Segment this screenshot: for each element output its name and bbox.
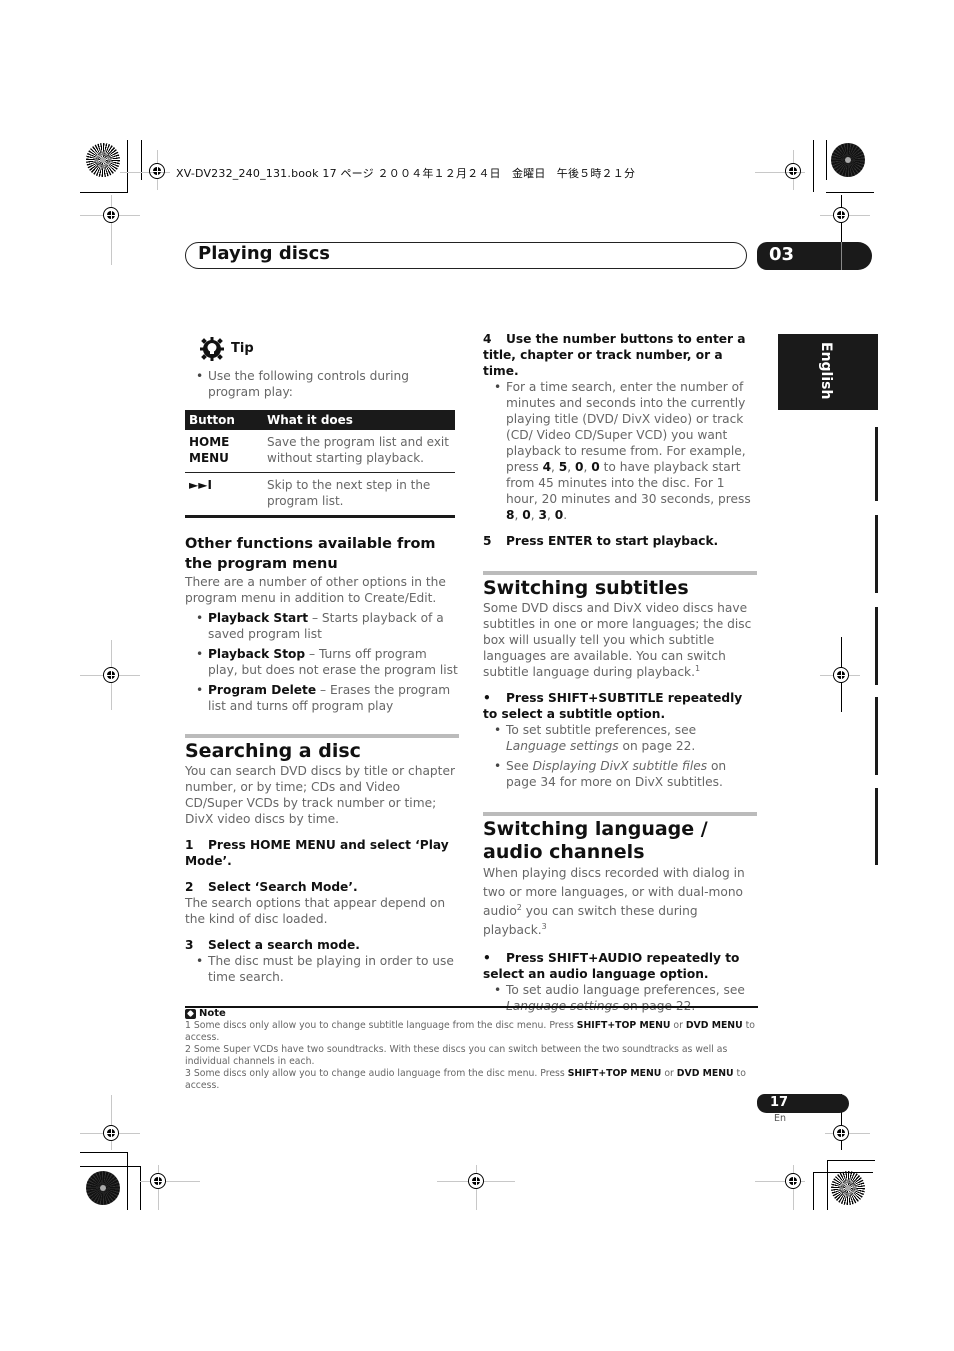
table-row: ►►I Skip to the next step in the program… [185,472,455,518]
registration-disc-icon [831,143,865,177]
section-divider [483,571,757,575]
searching-intro: You can search DVD discs by title or cha… [185,764,455,826]
audio-intro: When playing discs recorded with dialog … [483,866,745,937]
footnotes: 1 Some discs only allow you to change su… [185,1020,760,1092]
language-tab: English [778,334,878,410]
chapter-title: Playing discs [198,243,330,264]
column-header: What it does [263,410,455,430]
list-item: Playback Stop – Turns off program play, … [185,646,459,678]
registration-mark-icon [785,163,801,179]
table-row: HOME MENU Save the program list and exit… [185,430,455,473]
step-3-bullet: The disc must be playing in order to use… [185,953,459,985]
side-index-bar [875,697,878,775]
section-divider [483,812,757,816]
controls-table: Button What it does HOME MENU Save the p… [185,410,455,518]
section-title-audio: Switching language / audio channels [483,818,708,863]
chapter-number: 03 [769,244,795,265]
registration-disc-icon [86,1171,120,1205]
registration-mark-icon [150,1173,166,1189]
registration-disc-icon [831,1171,865,1205]
note-divider [185,1006,758,1008]
description-cell: Skip to the next step in the program lis… [263,472,455,518]
registration-mark-icon [833,207,849,223]
description-cell: Save the program list and exit without s… [263,430,455,473]
subtitles-intro: Some DVD discs and DivX video discs have… [483,601,752,679]
subtitles-step: • Press SHIFT+SUBTITLE repeatedly to sele… [483,691,743,721]
registration-mark-icon [468,1173,484,1189]
page-number: 17 [770,1095,789,1110]
footnote: 1 Some discs only allow you to change su… [185,1020,755,1043]
registration-mark-icon [833,667,849,683]
step-5: 5 Press ENTER to start playback. [483,534,719,548]
skip-next-icon: ►►I [185,472,263,518]
footnote: 3 Some discs only allow you to change au… [185,1068,746,1091]
language-tab-label: English [818,342,834,400]
page-language: En [774,1113,787,1124]
step-2: 2 Select ‘Search Mode’. [185,880,358,894]
tip-label: Tip [231,341,254,356]
list-item: See Displaying DivX subtitle files on pa… [483,758,757,790]
footnote: 2 Some Super VCDs have two soundtracks. … [185,1044,728,1067]
registration-disc-icon [86,143,120,177]
step-3: 3 Select a search mode. [185,938,360,952]
section-title-subtitles: Switching subtitles [483,577,689,599]
note-label: Note [199,1008,226,1019]
step-4: 4 Use the number buttons to enter a title… [483,332,746,378]
page-number-badge: 17 [757,1094,849,1113]
registration-mark-icon [103,667,119,683]
side-index-bar [875,515,878,593]
registration-mark-icon [103,1125,119,1141]
step-4-bullet: For a time search, enter the number of m… [483,379,757,523]
step-2-body: The search options that appear depend on… [185,896,446,926]
lightbulb-icon [199,336,225,362]
registration-mark-icon [103,207,119,223]
other-functions-heading: Other functions available from the progr… [185,536,436,572]
footnote-ref: 3 [541,921,547,931]
list-item: To set audio language preferences, see L… [483,982,757,1014]
tip-header: Tip [199,336,459,362]
list-item: To set subtitle preferences, see Languag… [483,722,757,754]
print-header: XV-DV232_240_131.book 17 ページ ２００４年１２月２４日… [176,167,636,180]
list-item: Playback Start – Starts playback of a sa… [185,610,459,642]
column-header: Button [185,410,263,430]
other-functions-intro: There are a number of other options in t… [185,575,446,605]
section-divider [185,734,459,738]
table-header-row: Button What it does [185,410,455,430]
step-1: 1 Press HOME MENU and select ‘Play Mode’. [185,838,449,868]
registration-mark-icon [785,1173,801,1189]
audio-step: • Press SHIFT+AUDIO repeatedly to select … [483,951,740,981]
chapter-number-badge: 03 [757,242,872,270]
footnote-ref: 1 [694,663,701,673]
note-header: Note [185,1008,226,1019]
tip-intro: Use the following controls during progra… [185,368,459,400]
pencil-note-icon [185,1008,196,1019]
section-title-searching: Searching a disc [185,740,361,762]
button-cell: HOME MENU [185,430,263,473]
left-column: Tip Use the following controls during pr… [185,336,459,989]
registration-mark-icon [149,163,165,179]
list-item: Program Delete – Erases the program list… [185,682,459,714]
side-index-bar [875,788,878,865]
side-index-bar [875,427,878,501]
right-column: 4 Use the number buttons to enter a title… [483,331,757,1018]
side-index-bar [875,607,878,685]
registration-mark-icon [833,1125,849,1141]
